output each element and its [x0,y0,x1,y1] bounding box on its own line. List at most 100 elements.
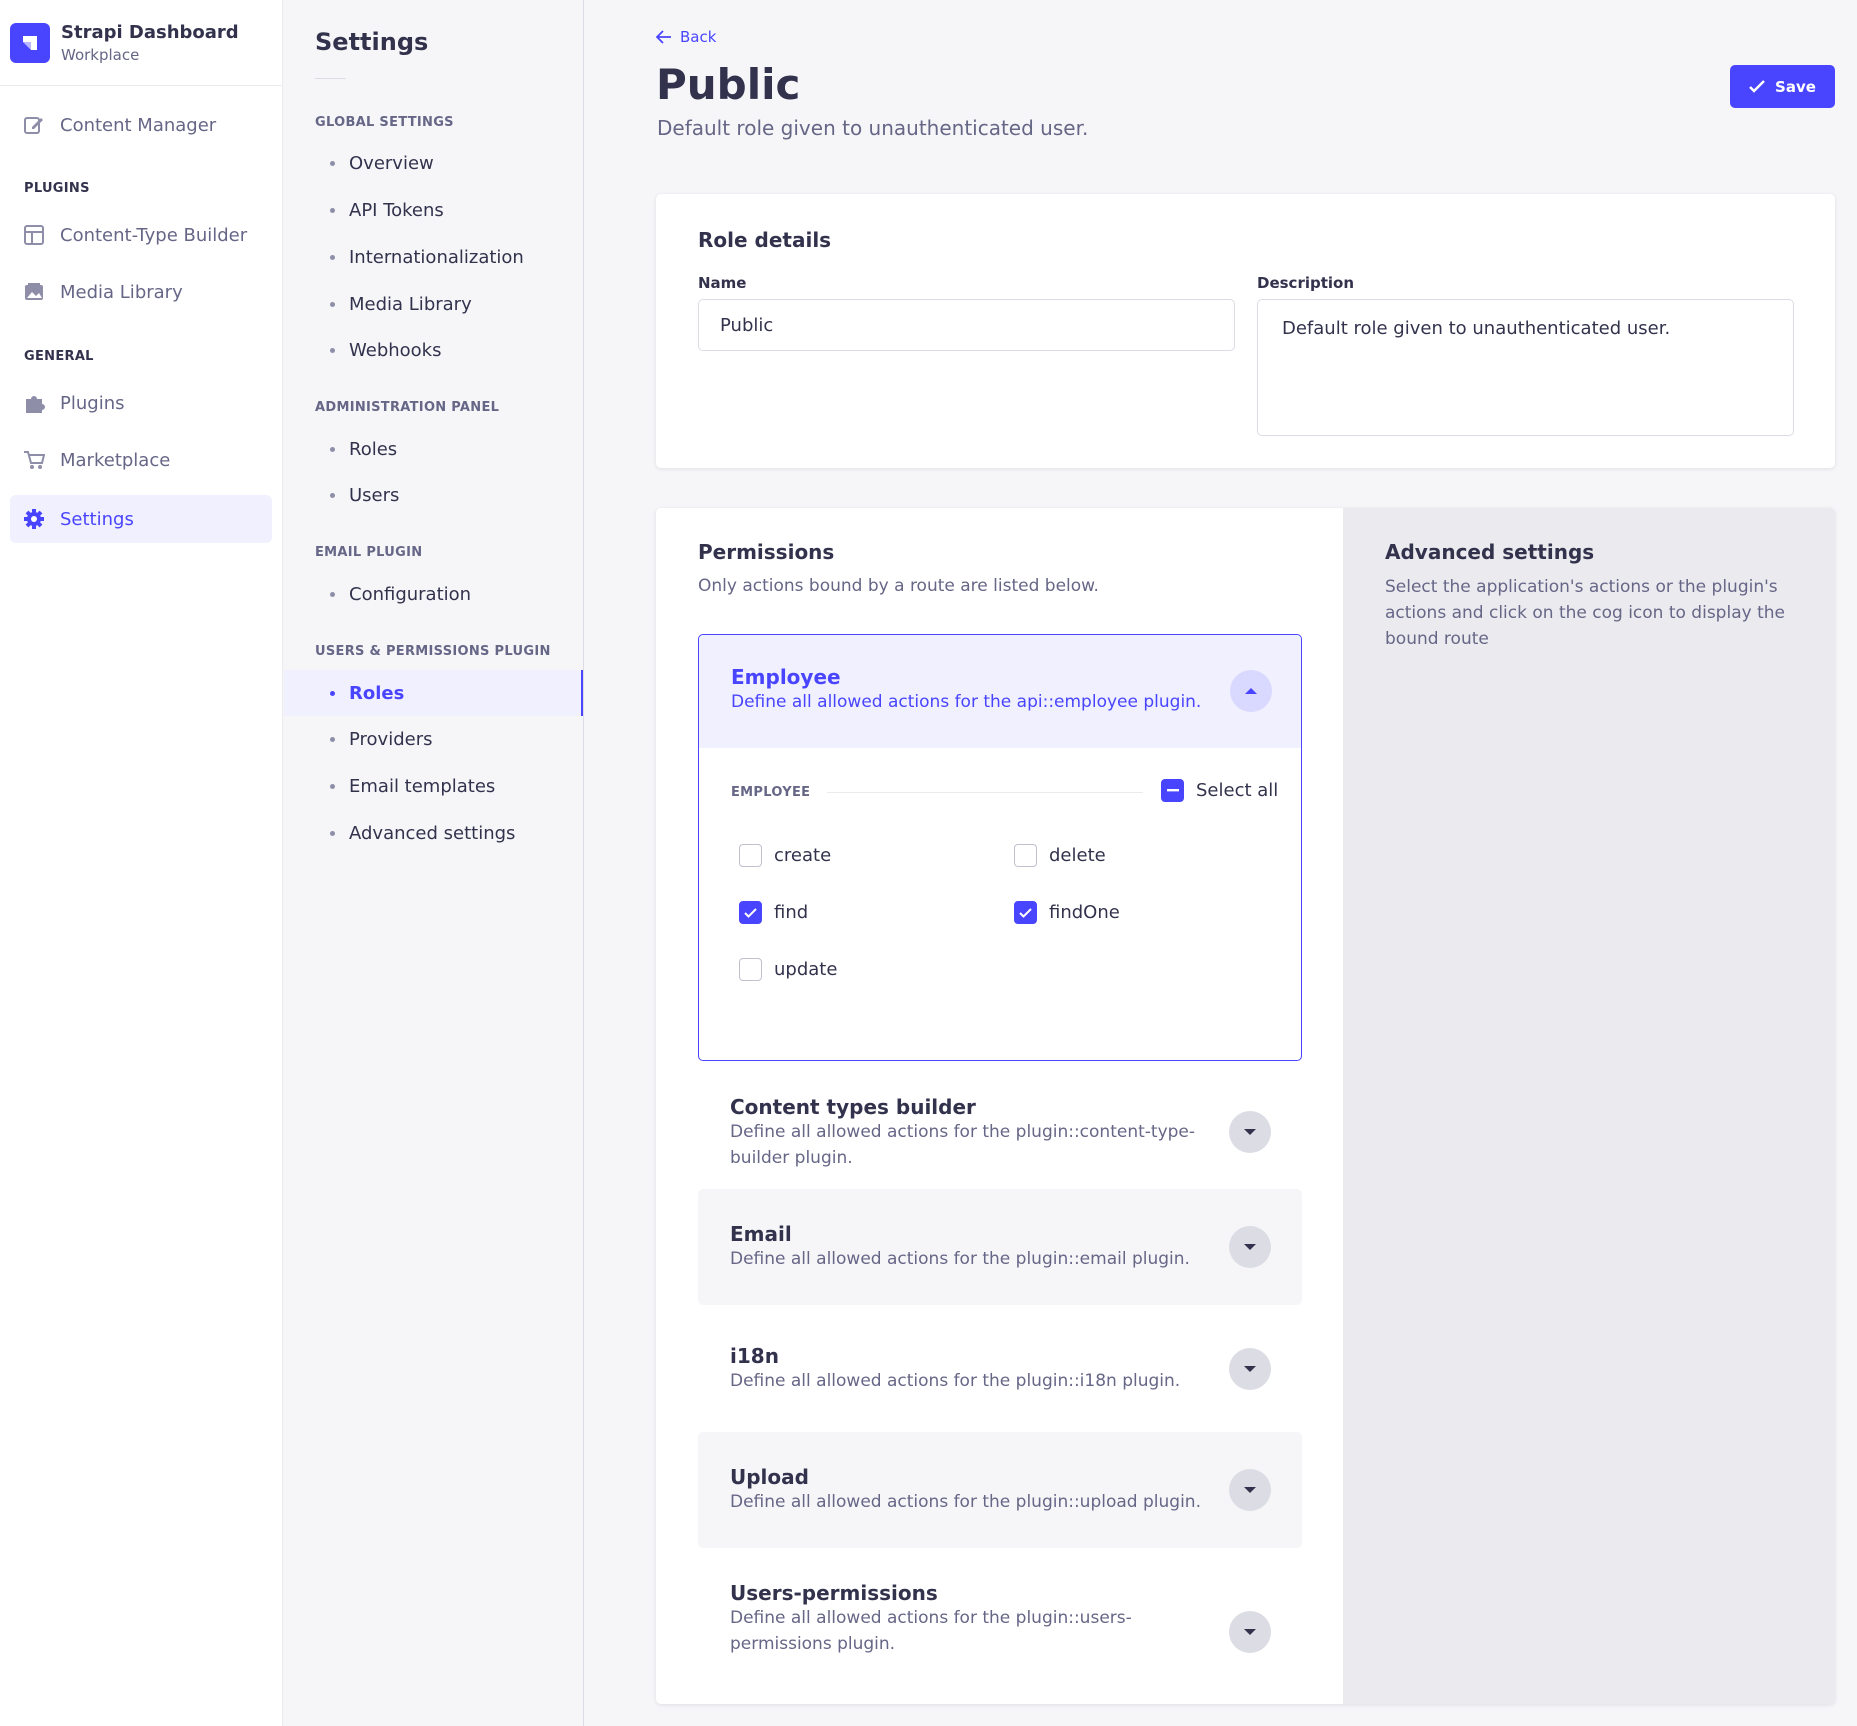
subnav-item-overview[interactable]: Overview [284,140,583,186]
subnav-item-users[interactable]: Users [284,472,583,518]
accordion-description: Define all allowed actions for the api::… [731,692,1202,712]
employee-group-label: EMPLOYEE [731,785,811,800]
accordion-description: Define all allowed actions for the plugi… [730,1608,1132,1654]
action-find[interactable]: find [739,901,808,924]
permissions-subtitle: Only actions bound by a route are listed… [698,576,1099,596]
nav-item-settings[interactable]: Settings [10,495,272,543]
chevron-up-icon[interactable] [1230,670,1272,712]
subnav-item-label: Roles [349,438,398,460]
subnav-item-label: Users [349,484,400,506]
action-findone[interactable]: findOne [1014,901,1120,924]
bullet-icon [330,591,335,597]
divider [315,78,346,79]
accordion-title: Content types builder [730,1095,976,1119]
bullet-icon [330,830,335,836]
subnav-item-up-roles[interactable]: Roles [284,670,583,716]
accordion-i18n[interactable]: i18n Define all allowed actions for the … [698,1305,1302,1430]
subnav-item-configuration[interactable]: Configuration [284,571,583,617]
brand-title: Strapi Dashboard [61,21,239,43]
nav-item-label: Marketplace [60,449,171,471]
subnav-section-users-permissions: USERS & PERMISSIONS PLUGIN [315,644,551,659]
back-link[interactable]: Back [656,28,716,46]
action-delete[interactable]: delete [1014,844,1106,867]
accordion-description: Define all allowed actions for the plugi… [730,1371,1181,1391]
subnav-item-internationalization[interactable]: Internationalization [284,234,583,280]
role-details-heading: Role details [698,228,832,252]
nav-item-label: Settings [60,508,134,530]
back-label: Back [680,28,717,46]
accordion-upload[interactable]: Upload Define all allowed actions for th… [698,1432,1302,1548]
subnav-section-admin: ADMINISTRATION PANEL [315,400,500,415]
image-icon [23,281,45,303]
nav-item-content-type-builder[interactable]: Content-Type Builder [10,211,272,259]
bullet-icon [330,207,335,213]
nav-item-label: Content-Type Builder [60,224,248,246]
subnav-title: Settings [315,28,429,56]
accordion-content-types-builder[interactable]: Content types builder Define all allowed… [698,1075,1302,1189]
accordion-users-permissions[interactable]: Users-permissions Define all allowed act… [698,1548,1302,1678]
accordion-description: Define all allowed actions for the plugi… [730,1492,1201,1512]
subnav-item-email-templates[interactable]: Email templates [284,763,583,809]
accordion-title: Employee [731,665,841,689]
name-input[interactable]: Public [698,299,1235,351]
accordion-employee: Employee Define all allowed actions for … [698,634,1302,1061]
accordion-title: Email [730,1222,792,1246]
brand[interactable]: Strapi Dashboard Workplace [0,0,282,86]
action-create[interactable]: create [739,844,831,867]
save-button[interactable]: Save [1730,65,1835,108]
accordion-description: Define all allowed actions for the plugi… [730,1122,1196,1168]
subnav-item-label: Configuration [349,583,472,605]
subnav-item-webhooks[interactable]: Webhooks [284,327,583,373]
nav-item-label: Plugins [60,392,125,414]
nav-item-marketplace[interactable]: Marketplace [10,436,272,484]
accordion-description: Define all allowed actions for the plugi… [730,1249,1190,1269]
nav-section-general: GENERAL [24,349,94,364]
save-label: Save [1775,77,1816,96]
accordion-title: Upload [730,1465,809,1489]
subnav-item-admin-roles[interactable]: Roles [284,426,583,472]
role-details-card: Role details Name Public Description Def… [656,194,1835,468]
action-update[interactable]: update [739,958,837,981]
nav-item-content-manager[interactable]: Content Manager [10,101,272,149]
chevron-down-icon[interactable] [1229,1226,1271,1268]
action-label: update [774,959,838,980]
bullet-icon [330,301,335,307]
accordion-email[interactable]: Email Define all allowed actions for the… [698,1189,1302,1305]
chevron-down-icon[interactable] [1229,1611,1271,1653]
arrow-left-icon [656,30,671,44]
bullet-icon [330,254,335,260]
description-textarea[interactable]: Default role given to unauthenticated us… [1257,299,1794,436]
accordion-title: Users-permissions [730,1581,938,1605]
chevron-down-icon[interactable] [1229,1348,1271,1390]
nav-item-plugins[interactable]: Plugins [10,379,272,427]
checkbox-icon [1014,844,1037,867]
subnav-item-api-tokens[interactable]: API Tokens [284,187,583,233]
main-nav: Strapi Dashboard Workplace Content Manag… [0,0,283,1726]
action-label: find [774,902,809,923]
subnav-item-label: API Tokens [349,199,444,221]
puzzle-icon [23,392,45,414]
bullet-icon [330,690,335,696]
pencil-icon [23,114,45,136]
name-label: Name [698,274,747,292]
subnav-item-providers[interactable]: Providers [284,716,583,762]
subnav-item-media-library[interactable]: Media Library [284,281,583,327]
subnav-item-label: Webhooks [349,339,442,361]
checkbox-checked-icon [1014,901,1037,924]
chevron-down-icon[interactable] [1229,1111,1271,1153]
bullet-icon [330,492,335,498]
nav-item-label: Content Manager [60,114,217,136]
chevron-down-icon[interactable] [1229,1469,1271,1511]
subnav-section-global: GLOBAL SETTINGS [315,115,454,130]
gear-icon [23,508,45,530]
settings-subnav: Settings GLOBAL SETTINGS Overview API To… [284,0,584,1726]
bullet-icon [330,446,335,452]
subnav-item-label: Advanced settings [349,822,516,844]
indeterminate-checkbox-icon [1161,779,1184,802]
page-subtitle: Default role given to unauthenticated us… [657,116,1089,140]
accordion-header[interactable]: Employee Define all allowed actions for … [699,635,1301,748]
nav-item-media-library[interactable]: Media Library [10,268,272,316]
subnav-section-email: EMAIL PLUGIN [315,545,423,560]
subnav-item-advanced-settings[interactable]: Advanced settings [284,810,583,856]
select-all-checkbox[interactable]: Select all [1161,779,1278,802]
